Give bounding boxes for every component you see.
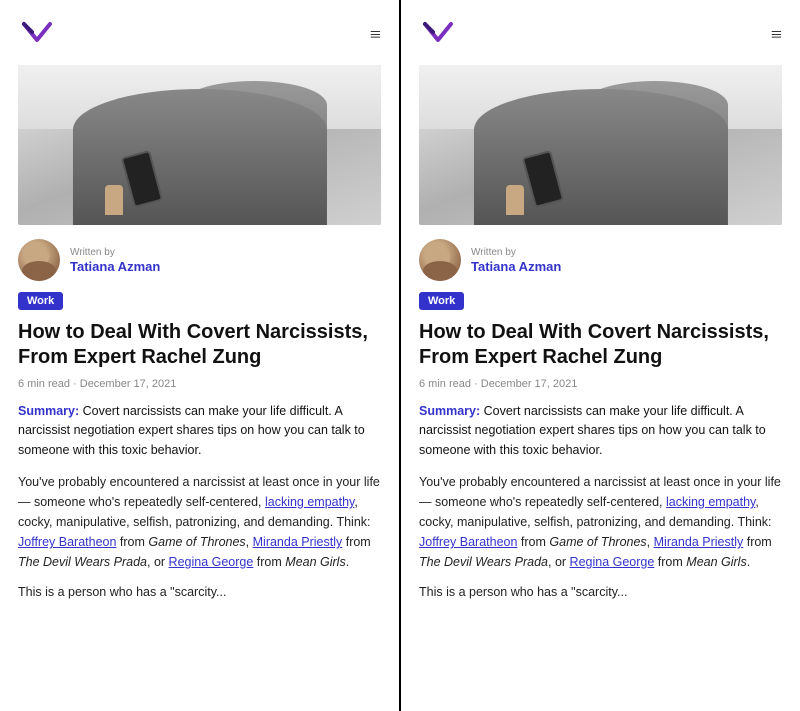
link-lacking-empathy-left[interactable]: lacking empathy [265, 495, 354, 509]
article-body-right: You've probably encountered a narcissist… [419, 472, 782, 572]
article-meta-left: 6 min read · December 17, 2021 [18, 378, 381, 390]
tag-work-right[interactable]: Work [419, 292, 464, 310]
link-lacking-empathy-right[interactable]: lacking empathy [666, 495, 755, 509]
avatar-right [419, 239, 461, 281]
article-summary-right: Summary: Covert narcissists can make you… [419, 402, 782, 460]
written-by-right: Written by [471, 246, 561, 259]
written-by-left: Written by [70, 246, 160, 259]
article-image-left [18, 65, 381, 225]
hamburger-menu-right[interactable]: ≡ [771, 25, 782, 45]
summary-label-left: Summary: [18, 404, 79, 418]
author-name-right[interactable]: Tatiana Azman [471, 259, 561, 274]
author-text-left: Written by Tatiana Azman [70, 246, 160, 274]
article-summary-left: Summary: Covert narcissists can make you… [18, 402, 381, 460]
author-row-left: Written by Tatiana Azman [18, 239, 381, 281]
article-title-left: How to Deal With Covert Narcissists, Fro… [18, 320, 381, 370]
article-image-right [419, 65, 782, 225]
article-title-right: How to Deal With Covert Narcissists, Fro… [419, 320, 782, 370]
author-row-right: Written by Tatiana Azman [419, 239, 782, 281]
logo-right[interactable] [419, 18, 457, 51]
article-body2-right: This is a person who has a "scarcity... [419, 582, 782, 602]
link-joffrey-right[interactable]: Joffrey Baratheon [419, 535, 517, 549]
tag-work-left[interactable]: Work [18, 292, 63, 310]
hamburger-menu-left[interactable]: ≡ [370, 25, 381, 45]
link-joffrey-left[interactable]: Joffrey Baratheon [18, 535, 116, 549]
header-left: ≡ [18, 18, 381, 51]
link-regina-left[interactable]: Regina George [169, 555, 254, 569]
header-right: ≡ [419, 18, 782, 51]
author-text-right: Written by Tatiana Azman [471, 246, 561, 274]
panels-wrapper: ≡ Written by Tatiana Azman Work H [0, 0, 800, 711]
panel-left: ≡ Written by Tatiana Azman Work H [0, 0, 399, 711]
article-body-left: You've probably encountered a narcissist… [18, 472, 381, 572]
author-name-left[interactable]: Tatiana Azman [70, 259, 160, 274]
link-miranda-right[interactable]: Miranda Priestly [654, 535, 744, 549]
link-miranda-left[interactable]: Miranda Priestly [253, 535, 343, 549]
article-body2-left: This is a person who has a "scarcity... [18, 582, 381, 602]
summary-label-right: Summary: [419, 404, 480, 418]
article-meta-right: 6 min read · December 17, 2021 [419, 378, 782, 390]
link-regina-right[interactable]: Regina George [570, 555, 655, 569]
panel-right: ≡ Written by Tatiana Azman Work H [399, 0, 800, 711]
avatar-left [18, 239, 60, 281]
logo-left[interactable] [18, 18, 56, 51]
